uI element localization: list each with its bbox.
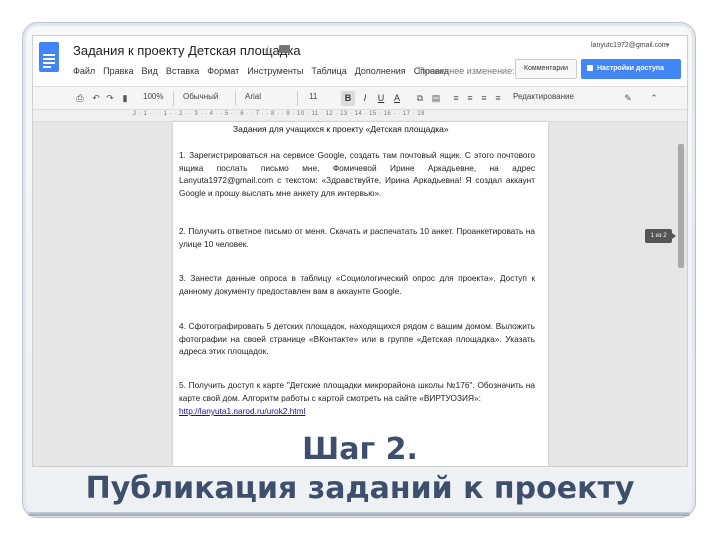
google-docs-screenshot: Задания к проекту Детская площадка ☆ lan… <box>32 35 688 467</box>
style-select[interactable]: Обычный <box>183 92 218 101</box>
bold-button[interactable]: B <box>341 91 355 106</box>
share-label: Настройки доступа <box>597 65 665 72</box>
align-center-icon[interactable]: ≡ <box>465 93 475 103</box>
underline-button[interactable]: U <box>374 91 388 106</box>
italic-button[interactable]: I <box>358 91 372 106</box>
comments-button[interactable]: Комментарии <box>515 59 577 79</box>
scrollbar[interactable] <box>678 144 684 268</box>
slide: Задания к проекту Детская площадка ☆ lan… <box>0 0 720 540</box>
mode-select[interactable]: Редактирование <box>513 92 574 101</box>
align-left-icon[interactable]: ≡ <box>451 93 461 103</box>
star-icon[interactable]: ☆ <box>262 42 274 58</box>
menu-item-file[interactable]: Файл <box>73 66 95 80</box>
task-link[interactable]: http://lanyuta1.narod.ru/urok2.html <box>179 405 535 418</box>
toolbar-divider <box>235 91 236 106</box>
account-email[interactable]: lanyutc1972@gmail.com <box>591 42 668 49</box>
print-icon[interactable]: ⎙ <box>75 93 85 103</box>
task-paragraph-3: 3. Занести данные опроса в таблицу «Соци… <box>179 273 535 296</box>
share-button[interactable]: Настройки доступа <box>581 59 681 79</box>
link-icon[interactable]: ⧉ <box>415 93 425 103</box>
chevron-down-icon[interactable]: ▾ <box>666 41 670 49</box>
font-size-select[interactable]: 11 <box>309 92 317 101</box>
pen-icon[interactable]: ✎ <box>623 93 633 103</box>
toolbar-divider <box>173 91 174 106</box>
menu-item-table[interactable]: Таблица <box>311 66 346 80</box>
page-indicator: 1 из 2 <box>645 229 676 243</box>
align-justify-icon[interactable]: ≡ <box>493 93 503 103</box>
task-paragraph-2: 2. Получить ответное письмо от меня. Ска… <box>179 226 535 249</box>
doc-header: Задания к проекту Детская площадка ☆ lan… <box>33 36 687 86</box>
document-heading: Задания для учащихся к проекту «Детская … <box>233 124 449 134</box>
toolbar: ⎙ ↶ ↷ ▮ 100% Обычный Arial 11 B I U A ⧉ … <box>33 86 687 110</box>
ruler[interactable]: 2 · 1 · · · 1 · · 2 · · 3 · · 4 · · 5 · … <box>33 110 687 122</box>
slide-title: Шаг 2. <box>302 432 418 467</box>
undo-icon[interactable]: ↶ <box>91 93 101 103</box>
document-page[interactable]: Задания для учащихся к проекту «Детская … <box>173 122 548 466</box>
task-paragraph-1: 1. Зарегистрироваться на сервисе Google,… <box>179 150 535 198</box>
collapse-icon[interactable]: ⌃ <box>649 93 659 103</box>
menu-item-format[interactable]: Формат <box>207 66 239 80</box>
menu-item-tools[interactable]: Инструменты <box>247 66 303 80</box>
folder-icon[interactable] <box>279 45 290 53</box>
paint-format-icon[interactable]: ▮ <box>120 93 130 103</box>
menu-item-insert[interactable]: Вставка <box>166 66 199 80</box>
menu-item-edit[interactable]: Правка <box>103 66 133 80</box>
docs-logo-icon[interactable] <box>39 42 59 72</box>
zoom-select[interactable]: 100% <box>143 92 163 101</box>
decorative-line <box>28 512 690 516</box>
menu-item-addons[interactable]: Дополнения <box>355 66 406 80</box>
text-color-button[interactable]: A <box>390 91 404 106</box>
task-paragraph-5: 5. Получить доступ к карте "Детские площ… <box>179 380 535 403</box>
comment-icon[interactable]: ▤ <box>431 93 441 103</box>
menu-bar: Файл Правка Вид Вставка Формат Инструмен… <box>73 66 457 80</box>
slide-subtitle: Публикация заданий к проекту <box>85 471 635 506</box>
font-select[interactable]: Arial <box>245 92 261 101</box>
align-right-icon[interactable]: ≡ <box>479 93 489 103</box>
lock-icon <box>587 65 593 71</box>
last-edit-status[interactable]: Последнее изменение: 28 н <box>418 66 518 76</box>
menu-item-view[interactable]: Вид <box>142 66 158 80</box>
ruler-numbers: 2 · 1 · · · 1 · · 2 · · 3 · · 4 · · 5 · … <box>133 111 425 117</box>
toolbar-divider <box>297 91 298 106</box>
task-paragraph-4: 4. Сфотографировать 5 детских площадок, … <box>179 321 535 357</box>
redo-icon[interactable]: ↷ <box>105 93 115 103</box>
